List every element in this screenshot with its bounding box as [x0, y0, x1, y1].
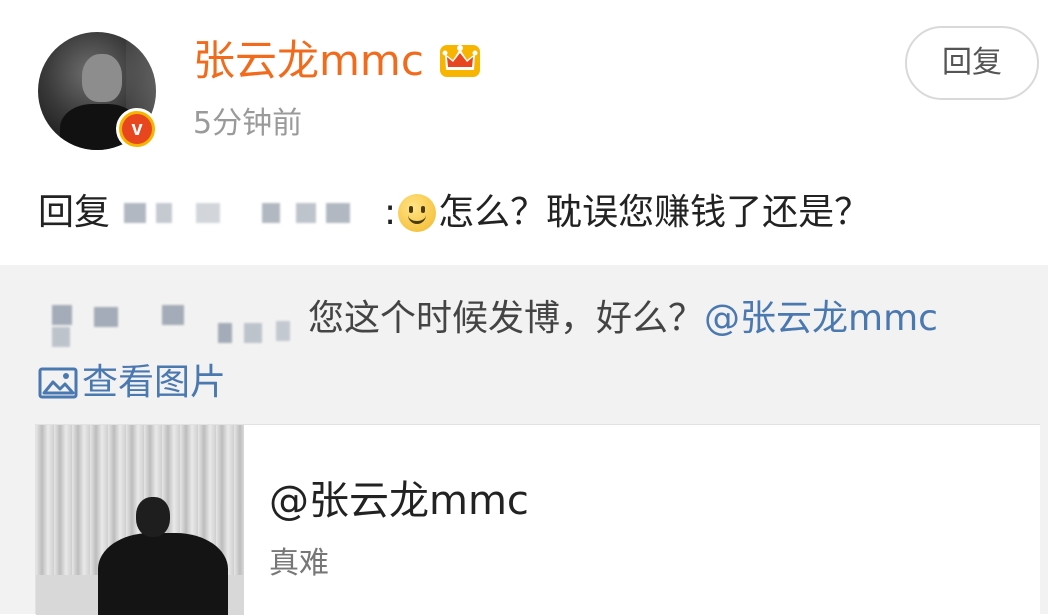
thumbnail-figure-head — [136, 497, 170, 537]
quoted-mention-link[interactable]: @张云龙mmc — [704, 293, 938, 345]
blurred-quoted-username — [38, 297, 308, 347]
comment-header: v 张云龙mmc 5分钟前 回复 — [0, 0, 1048, 160]
card-title: @张云龙mmc — [269, 478, 529, 524]
image-icon — [38, 367, 78, 399]
reply-prefix: 回复 — [38, 192, 111, 233]
reply-message: 怎么？耽误您赚钱了还是？ — [438, 192, 871, 233]
thumbnail-figure-body — [98, 533, 228, 615]
view-images-link[interactable]: 查看图片 — [38, 357, 226, 409]
reply-text-line: 回复 : 怎么？耽误您赚钱了还是？ — [38, 188, 870, 238]
comment-timestamp: 5分钟前 — [193, 106, 303, 141]
linked-weibo-card[interactable]: @张云龙mmc 真难 — [35, 424, 1040, 615]
crown-icon — [440, 45, 480, 77]
username[interactable]: 张云龙mmc — [193, 35, 424, 87]
verified-badge-icon: v — [116, 108, 158, 150]
blurred-username — [112, 191, 382, 235]
quoted-text-line: 您这个时候发博，好么？ @张云龙mmc — [38, 293, 938, 347]
quoted-text: 您这个时候发博，好么？ — [308, 298, 705, 339]
card-thumbnail — [36, 425, 244, 615]
reply-button[interactable]: 回复 — [905, 26, 1039, 100]
avatar-face — [82, 54, 122, 102]
reply-colon: : — [384, 192, 397, 233]
smile-emoji-icon — [398, 194, 437, 232]
card-subtitle: 真难 — [269, 546, 329, 581]
verified-badge-letter: v — [122, 114, 152, 144]
view-images-label: 查看图片 — [82, 362, 227, 403]
